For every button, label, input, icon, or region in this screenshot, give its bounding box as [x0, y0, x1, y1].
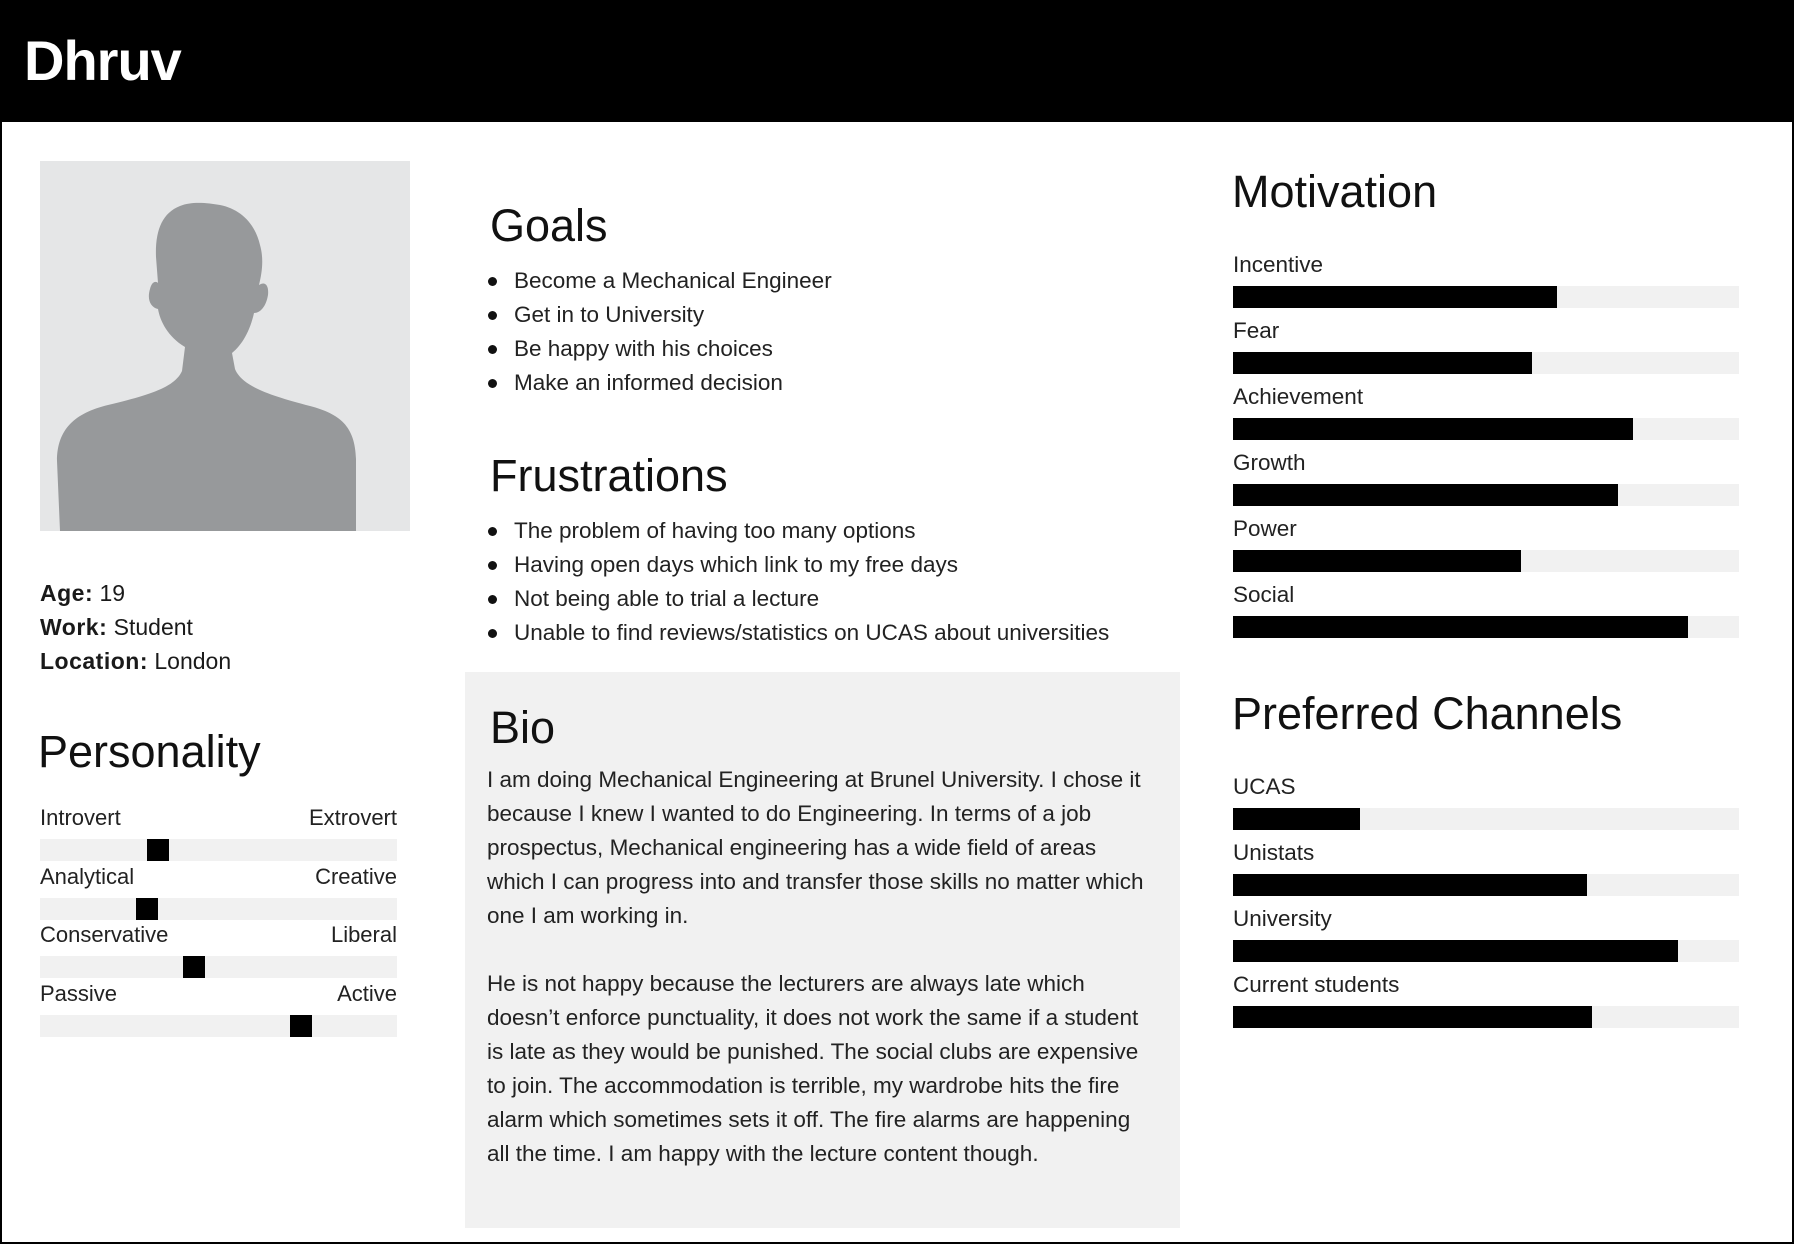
bar-label: UCAS — [1233, 774, 1296, 799]
personality-sliders: Introvert Extrovert Analytical Creative … — [40, 805, 397, 1039]
trait-right-label: Liberal — [330, 922, 397, 947]
user-silhouette-icon — [57, 202, 356, 531]
list-item: Become a Mechanical Engineer — [488, 264, 832, 298]
trait-marker — [290, 1014, 312, 1037]
fact-value: 19 — [99, 580, 126, 606]
bar-fill — [1233, 1006, 1592, 1028]
bar-label: Unistats — [1233, 840, 1315, 865]
list-item: Get in to University — [488, 298, 832, 332]
frustrations-list: The problem of having too many options H… — [488, 514, 1109, 650]
avatar — [40, 161, 410, 531]
bar-fill — [1233, 616, 1688, 638]
bar-track — [1233, 484, 1739, 506]
fact-value: London — [154, 648, 232, 674]
bar-label: Fear — [1233, 318, 1280, 343]
trait-left-label: Conservative — [40, 922, 169, 947]
bar-label: Current students — [1233, 972, 1400, 997]
bar-label: Achievement — [1233, 384, 1364, 409]
bar-fill — [1233, 874, 1587, 896]
motivation-row: Social — [1233, 582, 1739, 648]
bar-label: Incentive — [1233, 252, 1324, 277]
motivation-title: Motivation — [1232, 166, 1438, 217]
persona-name: Dhruv — [24, 29, 182, 92]
channels-title: Preferred Channels — [1232, 688, 1623, 739]
motivation-row: Growth — [1233, 450, 1739, 516]
list-item: The problem of having too many options — [488, 514, 1109, 548]
bar-track — [1233, 808, 1739, 830]
header-bar: Dhruv — [0, 0, 1794, 122]
motivation-bars: Incentive Fear Achievement Growth Power … — [1233, 252, 1739, 648]
bar-track — [1233, 550, 1739, 572]
trait-row: Analytical Creative — [40, 864, 397, 923]
trait-right-label: Active — [337, 980, 397, 1006]
personality-title: Personality — [38, 726, 261, 777]
trait-marker — [136, 897, 158, 920]
bar-track — [1233, 286, 1739, 308]
motivation-row: Incentive — [1233, 252, 1739, 318]
bar-fill — [1233, 940, 1678, 962]
bar-track — [1233, 940, 1739, 962]
trait-marker — [183, 956, 205, 978]
list-item: Be happy with his choices — [488, 332, 832, 366]
bar-label: University — [1233, 906, 1332, 931]
fact-value: Student — [113, 614, 193, 640]
bar-track — [1233, 616, 1739, 638]
fact-label: Location: — [40, 648, 148, 674]
list-item: Not being able to trial a lecture — [488, 582, 1109, 616]
trait-row: Conservative Liberal — [40, 922, 397, 981]
bar-fill — [1233, 550, 1521, 572]
bar-track — [1233, 418, 1739, 440]
fact-location: Location: London — [40, 644, 231, 678]
trait-left-label: Introvert — [40, 805, 121, 830]
trait-row: Introvert Extrovert — [40, 805, 397, 864]
trait-left-label: Passive — [40, 980, 118, 1006]
channel-row: Unistats — [1233, 840, 1739, 906]
list-item: Unable to find reviews/statistics on UCA… — [488, 616, 1109, 650]
bio-paragraph: He is not happy because the lecturers ar… — [487, 971, 1139, 1166]
list-item: Make an informed decision — [488, 366, 832, 400]
trait-track — [40, 897, 397, 920]
trait-right-label: Creative — [315, 863, 397, 889]
trait-track — [40, 1014, 397, 1037]
fact-age: Age: 19 — [40, 576, 231, 610]
bar-label: Growth — [1233, 450, 1306, 475]
bar-fill — [1233, 808, 1360, 830]
bar-label: Social — [1233, 582, 1295, 607]
list-item: Having open days which link to my free d… — [488, 548, 1109, 582]
bar-track — [1233, 352, 1739, 374]
bar-fill — [1233, 286, 1557, 308]
fact-label: Work: — [40, 614, 108, 640]
trait-row: Passive Active — [40, 981, 397, 1040]
facts: Age: 19 Work: Student Location: London — [40, 576, 231, 678]
motivation-row: Fear — [1233, 318, 1739, 384]
trait-track — [40, 956, 397, 978]
bio-text: I am doing Mechanical Engineering at Bru… — [487, 763, 1157, 1171]
channel-row: Current students — [1233, 972, 1739, 1038]
channel-row: UCAS — [1233, 774, 1739, 840]
frustrations-title: Frustrations — [490, 450, 728, 501]
channel-row: University — [1233, 906, 1739, 972]
goals-list: Become a Mechanical Engineer Get in to U… — [488, 264, 832, 400]
bar-label: Power — [1233, 516, 1297, 541]
motivation-row: Achievement — [1233, 384, 1739, 450]
trait-track — [40, 839, 397, 861]
bar-fill — [1233, 418, 1633, 440]
bar-fill — [1233, 352, 1532, 374]
bio-title: Bio — [490, 702, 556, 753]
bar-track — [1233, 1006, 1739, 1028]
bio-paragraph: I am doing Mechanical Engineering at Bru… — [487, 767, 1144, 928]
trait-right-label: Extrovert — [308, 805, 397, 830]
motivation-row: Power — [1233, 516, 1739, 582]
trait-marker — [147, 839, 169, 861]
fact-work: Work: Student — [40, 610, 231, 644]
channel-bars: UCAS Unistats University Current student… — [1233, 774, 1739, 1038]
bar-track — [1233, 874, 1739, 896]
trait-left-label: Analytical — [40, 863, 135, 889]
bar-fill — [1233, 484, 1618, 506]
fact-label: Age: — [40, 580, 94, 606]
goals-title: Goals — [490, 200, 608, 251]
